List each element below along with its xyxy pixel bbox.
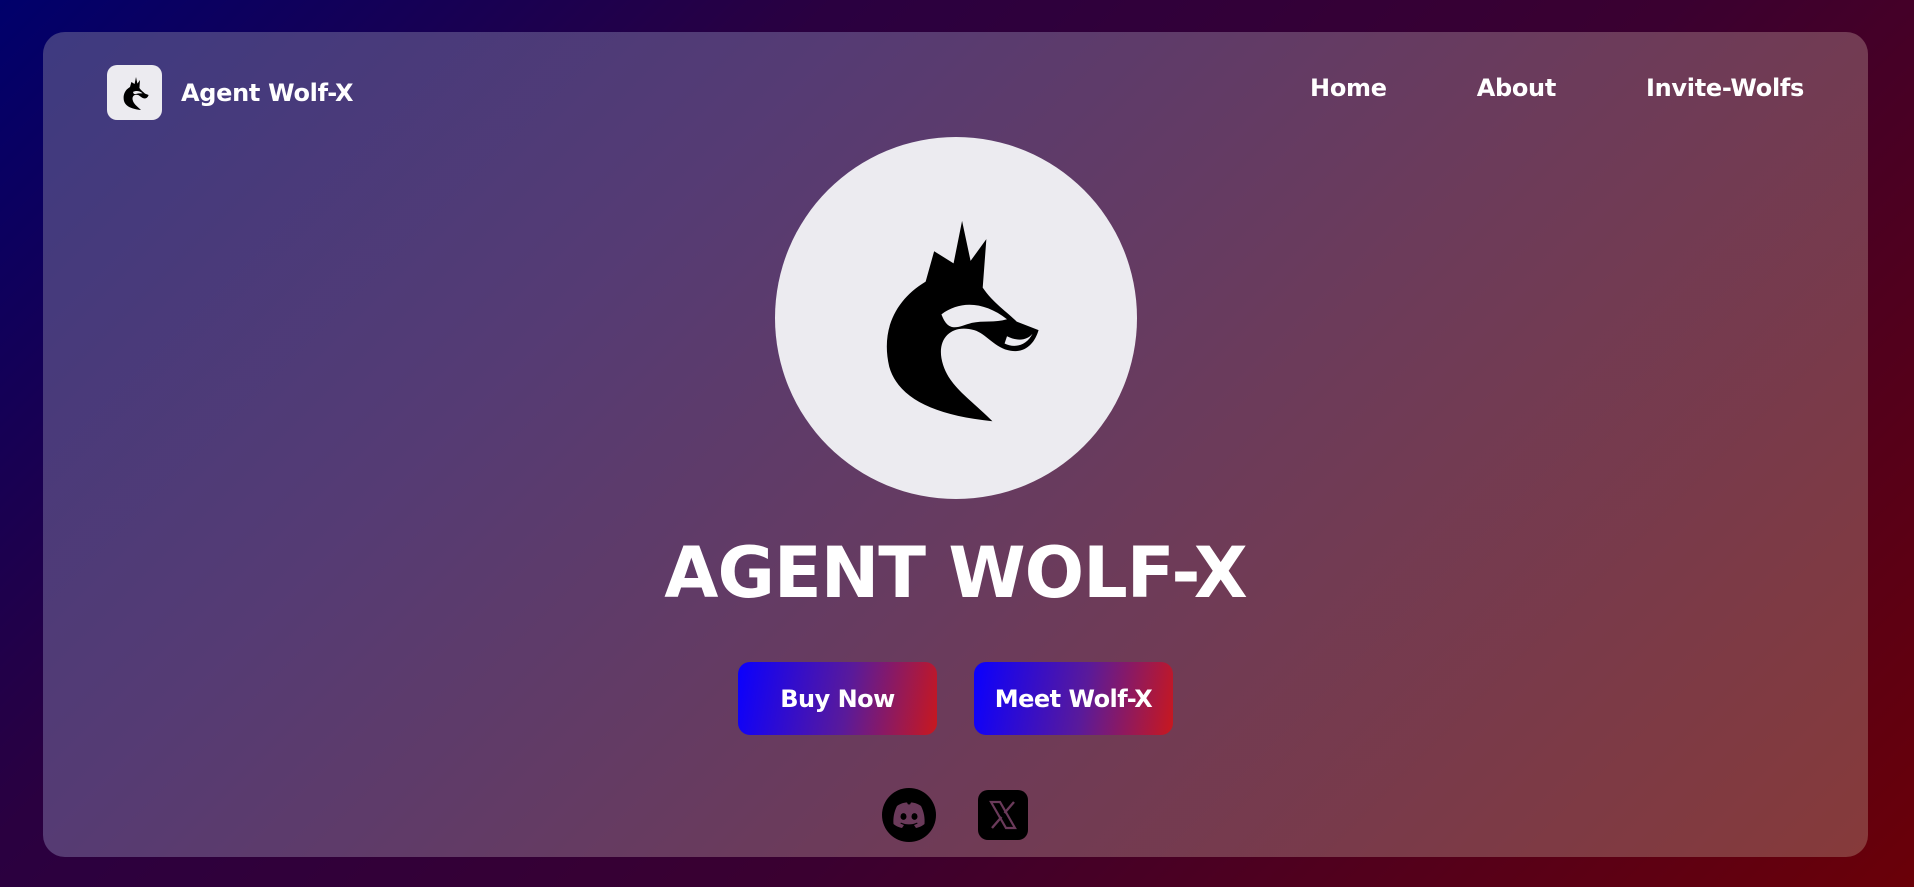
brand-link[interactable]: Agent Wolf-X: [107, 65, 354, 120]
cta-row: Buy Now Meet Wolf-X: [43, 662, 1868, 735]
hero-panel: Agent Wolf-X Home About Invite-Wolfs AGE…: [43, 32, 1868, 857]
hero-avatar: [775, 137, 1137, 499]
brand-logo: [107, 65, 162, 120]
wolf-head-icon: [123, 76, 149, 110]
x-icon: [977, 790, 1028, 840]
meet-wolf-x-button[interactable]: Meet Wolf-X: [974, 662, 1173, 735]
nav-home[interactable]: Home: [1310, 74, 1387, 102]
discord-link[interactable]: [881, 788, 936, 842]
nav-about[interactable]: About: [1477, 74, 1557, 102]
x-link[interactable]: [976, 788, 1030, 842]
discord-icon: [881, 788, 936, 842]
hero-title: AGENT WOLF-X: [664, 532, 1247, 614]
brand-name: Agent Wolf-X: [181, 78, 354, 107]
social-links: [43, 788, 1868, 842]
main-nav: Home About Invite-Wolfs: [1310, 74, 1804, 102]
buy-now-button[interactable]: Buy Now: [738, 662, 937, 735]
nav-invite-wolfs[interactable]: Invite-Wolfs: [1646, 74, 1804, 102]
wolf-head-icon: [886, 220, 1039, 422]
